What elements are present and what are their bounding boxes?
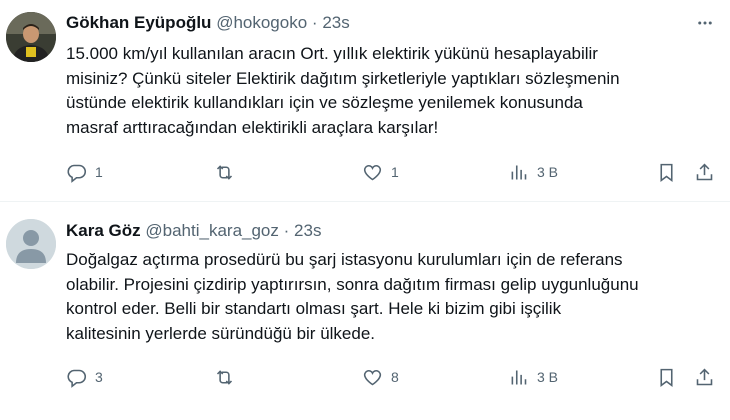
tweet-text-line: kalitesinin yerlerde süründüğü bir ülked…	[66, 323, 376, 343]
views-count: 3 B	[537, 164, 559, 180]
views-count: 3 B	[537, 369, 559, 385]
avatar[interactable]	[6, 12, 56, 62]
share-upload-icon	[696, 368, 713, 385]
timestamp[interactable]: 23s	[294, 221, 321, 240]
tweet[interactable]: Gökhan Eyüpoğlu @hokogoko · 23s 15.000 k…	[0, 0, 730, 202]
tweet-header: Gökhan Eyüpoğlu @hokogoko · 23s	[66, 12, 350, 34]
avatar[interactable]	[6, 219, 56, 269]
heart-icon	[363, 164, 382, 180]
reply-count: 1	[95, 164, 103, 180]
retweet-arrows-icon	[216, 369, 233, 385]
tweet-text-line: kontrol eder. Belli bir standartı olması…	[66, 299, 562, 318]
timestamp[interactable]: 23s	[322, 13, 349, 32]
action-bar: 3 8 3 B	[62, 365, 722, 389]
tweet[interactable]: Kara Göz @bahti_kara_goz · 23s Doğalgaz …	[0, 203, 730, 420]
views-button[interactable]: 3 B	[508, 160, 558, 184]
views-button[interactable]: 3 B	[508, 365, 558, 389]
heart-icon	[363, 369, 382, 385]
bookmark-icon	[660, 368, 673, 387]
views-bars-icon	[511, 165, 527, 179]
tweet-text-line: 15.000 km/yıl kullanılan aracın Ort. yıl…	[66, 44, 598, 63]
tweet-text-line: üstünde elektirik kullandıkları için ve …	[66, 93, 583, 112]
views-bars-icon	[511, 370, 527, 384]
share-upload-icon	[696, 163, 713, 180]
share-button[interactable]	[694, 365, 715, 389]
author-handle[interactable]: @bahti_kara_goz	[145, 221, 279, 240]
separator: ·	[283, 221, 290, 240]
avatar-photo	[6, 12, 56, 62]
reply-button[interactable]: 3	[66, 365, 103, 389]
retweet-button[interactable]	[214, 365, 243, 389]
like-count: 8	[391, 369, 399, 385]
more-dots-icon	[698, 21, 712, 25]
reply-button[interactable]: 1	[66, 160, 103, 184]
reply-count: 3	[95, 369, 103, 385]
tweet-text-line: misiniz? Çünkü siteler Elektirik dağıtım…	[66, 68, 620, 88]
tweet-text-line: masraf arttıracağından elektirikli araçl…	[66, 117, 439, 137]
action-bar: 1 1 3 B	[62, 160, 722, 184]
reply-bubble-icon	[67, 164, 87, 183]
share-button[interactable]	[694, 160, 715, 184]
more-options-button[interactable]	[694, 12, 716, 34]
author-name[interactable]: Gökhan Eyüpoğlu	[66, 13, 211, 32]
retweet-button[interactable]	[214, 160, 243, 184]
author-name[interactable]: Kara Göz	[66, 221, 141, 240]
like-button[interactable]: 1	[362, 160, 399, 184]
bookmark-icon	[660, 163, 673, 182]
like-button[interactable]: 8	[362, 365, 399, 389]
tweet-text-line: olabilir. Projesini çizdirip yaptırırsın…	[66, 274, 639, 294]
default-avatar-icon	[6, 219, 56, 269]
reply-bubble-icon	[67, 369, 87, 388]
tweet-header: Kara Göz @bahti_kara_goz · 23s	[66, 220, 321, 242]
author-handle[interactable]: @hokogoko	[216, 13, 307, 32]
retweet-arrows-icon	[216, 164, 233, 180]
bookmark-button[interactable]	[656, 160, 677, 184]
tweet-text-line: Doğalgaz açtırma prosedürü bu şarj istas…	[66, 250, 623, 269]
tweet-text: 15.000 km/yıl kullanılan aracın Ort. yıl…	[66, 42, 726, 140]
tweet-text: Doğalgaz açtırma prosedürü bu şarj istas…	[66, 248, 726, 346]
separator: ·	[311, 13, 318, 32]
bookmark-button[interactable]	[656, 365, 677, 389]
like-count: 1	[391, 164, 399, 180]
